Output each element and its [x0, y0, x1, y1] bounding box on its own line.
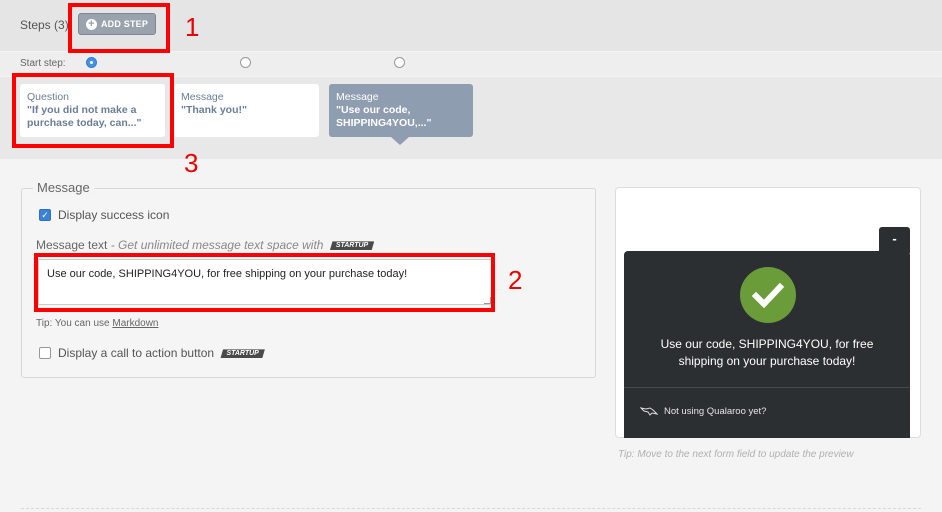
step-card-message-code[interactable]: Message "Use our code, SHIPPING4YOU,...": [329, 84, 473, 145]
start-step-radio-1[interactable]: [86, 57, 97, 68]
annotation-box-2: [34, 253, 495, 312]
start-step-radio-2[interactable]: [240, 57, 251, 68]
step-card-text: "Use our code, SHIPPING4YOU,...": [336, 104, 432, 129]
startup-badge: STARTUP: [220, 349, 265, 359]
success-icon-label: Display success icon: [58, 208, 170, 222]
start-step-label: Start step:: [20, 58, 66, 69]
annotation-box-3: [12, 73, 174, 148]
step-card-message-thanks[interactable]: Message "Thank you!": [174, 84, 319, 137]
start-step-radio-3[interactable]: [394, 57, 405, 68]
kangaroo-icon: [639, 405, 659, 420]
markdown-link[interactable]: Markdown: [112, 318, 158, 329]
message-legend: Message: [33, 180, 94, 195]
annotation-box-1: [68, 3, 170, 53]
startup-badge: STARTUP: [329, 241, 375, 251]
markdown-tip: Tip: You can use Markdown: [36, 318, 159, 329]
steps-count-label: Steps (3): [20, 18, 69, 32]
step-card-text: "Thank you!": [181, 104, 247, 116]
success-icon-checkbox[interactable]: ✓: [39, 209, 51, 221]
message-text-hint: - Get unlimited message text space with: [107, 238, 324, 252]
annotation-number-3: 3: [184, 148, 199, 178]
annotation-number-1: 1: [185, 12, 200, 42]
annotation-number-2: 2: [508, 265, 523, 295]
cta-label-text: Display a call to action button: [58, 346, 215, 360]
minimize-button[interactable]: -: [879, 227, 910, 253]
qualaroo-footer-link[interactable]: Not using Qualaroo yet?: [664, 406, 766, 417]
tip-prefix: Tip: You can use: [36, 318, 113, 329]
cta-label: Display a call to action button STARTUP: [58, 346, 265, 360]
step-card-type: Message: [336, 91, 379, 103]
preview-message: Use our code, SHIPPING4YOU, for free shi…: [660, 337, 874, 368]
success-check-icon: [740, 267, 796, 323]
message-text-title: Message text: [36, 238, 108, 252]
message-text-label: Message text - Get unlimited message tex…: [36, 238, 375, 252]
preview-divider: [624, 387, 910, 388]
cta-checkbox[interactable]: [39, 347, 51, 359]
section-divider: [21, 508, 921, 509]
step-card-type: Message: [181, 91, 224, 103]
preview-tip: Tip: Move to the next form field to upda…: [618, 449, 854, 460]
